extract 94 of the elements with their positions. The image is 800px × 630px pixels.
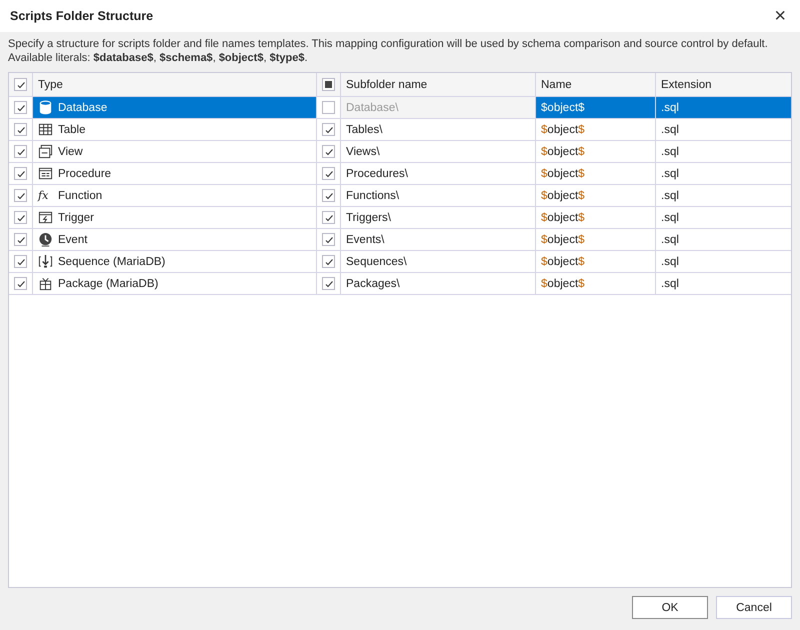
- column-header[interactable]: Type: [38, 78, 63, 90]
- check-icon: [16, 80, 26, 90]
- column-header[interactable]: Name: [541, 78, 572, 90]
- checkbox[interactable]: [322, 189, 335, 202]
- type-label: Function: [58, 190, 102, 202]
- trigger-icon: [38, 210, 53, 225]
- checkbox[interactable]: [14, 167, 27, 180]
- extension-value: .sql: [661, 124, 679, 136]
- check-icon: [324, 168, 334, 178]
- name-template: $object$: [541, 102, 585, 114]
- type-label: Sequence (MariaDB): [58, 256, 166, 268]
- check-icon: [324, 278, 334, 288]
- subfolder-value: Triggers\: [346, 212, 391, 224]
- checkbox[interactable]: [322, 255, 335, 268]
- check-icon: [16, 146, 26, 156]
- checkbox[interactable]: [14, 233, 27, 246]
- extension-value: .sql: [661, 190, 679, 202]
- type-label: Event: [58, 234, 88, 246]
- dialog-button[interactable]: Cancel: [716, 596, 792, 619]
- checkbox[interactable]: [14, 255, 27, 268]
- subfolder-value: Views\: [346, 146, 380, 158]
- name-template: $object$: [541, 278, 585, 290]
- extension-value: .sql: [661, 234, 679, 246]
- check-icon: [16, 234, 26, 244]
- description-text: Specify a structure for scripts folder and file names templates. This mapping configuration will be used by schema comparison and source control by default.: [8, 38, 768, 50]
- name-template: $object$: [541, 146, 585, 158]
- extension-value: .sql: [661, 168, 679, 180]
- checkbox[interactable]: [14, 123, 27, 136]
- check-icon: [324, 256, 334, 266]
- name-template: $object$: [541, 234, 585, 246]
- checkbox[interactable]: [14, 189, 27, 202]
- check-icon: [16, 102, 26, 112]
- checkbox[interactable]: [322, 78, 335, 91]
- window-title: Scripts Folder Structure: [10, 9, 154, 23]
- check-icon: [16, 212, 26, 222]
- checkbox[interactable]: [14, 78, 27, 91]
- clock-icon: [38, 232, 53, 247]
- type-label: Procedure: [58, 168, 112, 180]
- extension-value: .sql: [661, 256, 679, 268]
- extension-value: .sql: [661, 146, 679, 158]
- checkbox[interactable]: [14, 145, 27, 158]
- extension-value: .sql: [661, 278, 679, 290]
- function-icon: fx: [38, 188, 53, 203]
- column-header[interactable]: Subfolder name: [346, 78, 428, 90]
- sequence-icon: [38, 254, 53, 269]
- checkbox[interactable]: [322, 101, 335, 114]
- check-icon: [16, 124, 26, 134]
- type-label: Table: [58, 124, 86, 136]
- subfolder-value: Functions\: [346, 190, 400, 202]
- window-icon: [38, 144, 53, 159]
- database-icon: [38, 100, 53, 115]
- description-text: Available literals: $database$, $schema$, $object$, $type$.: [8, 52, 308, 64]
- type-label: Database: [58, 102, 108, 114]
- close-button[interactable]: ×: [768, 4, 792, 28]
- name-template: $object$: [541, 256, 585, 268]
- type-label: View: [58, 146, 83, 158]
- checkbox[interactable]: [14, 211, 27, 224]
- check-icon: [16, 278, 26, 288]
- check-icon: [16, 190, 26, 200]
- dialog-button[interactable]: OK: [632, 596, 708, 619]
- checkbox[interactable]: [14, 101, 27, 114]
- name-template: $object$: [541, 190, 585, 202]
- subfolder-value: Database\: [346, 102, 398, 114]
- check-icon: [324, 234, 334, 244]
- type-label: Package (MariaDB): [58, 278, 158, 290]
- extension-value: .sql: [661, 212, 679, 224]
- checkbox[interactable]: [322, 167, 335, 180]
- subfolder-value: Procedures\: [346, 168, 408, 180]
- checkbox[interactable]: [322, 233, 335, 246]
- checkbox[interactable]: [14, 277, 27, 290]
- type-label: Trigger: [58, 212, 94, 224]
- procedure-icon: [38, 166, 53, 181]
- checkbox[interactable]: [322, 145, 335, 158]
- check-icon: [16, 168, 26, 178]
- gift-icon: [38, 276, 53, 291]
- subfolder-value: Sequences\: [346, 256, 407, 268]
- subfolder-value: Events\: [346, 234, 384, 246]
- check-icon: [324, 212, 334, 222]
- indeterminate-icon: [325, 81, 332, 88]
- checkbox[interactable]: [322, 123, 335, 136]
- checkbox[interactable]: [322, 277, 335, 290]
- subfolder-value: Tables\: [346, 124, 382, 136]
- name-template: $object$: [541, 124, 585, 136]
- check-icon: [16, 256, 26, 266]
- name-template: $object$: [541, 168, 585, 180]
- column-header[interactable]: Extension: [661, 78, 712, 90]
- check-icon: [324, 124, 334, 134]
- name-template: $object$: [541, 212, 585, 224]
- checkbox[interactable]: [322, 211, 335, 224]
- check-icon: [324, 190, 334, 200]
- extension-value: .sql: [661, 102, 679, 114]
- check-icon: [324, 146, 334, 156]
- table-icon: [38, 122, 53, 137]
- subfolder-value: Packages\: [346, 278, 400, 290]
